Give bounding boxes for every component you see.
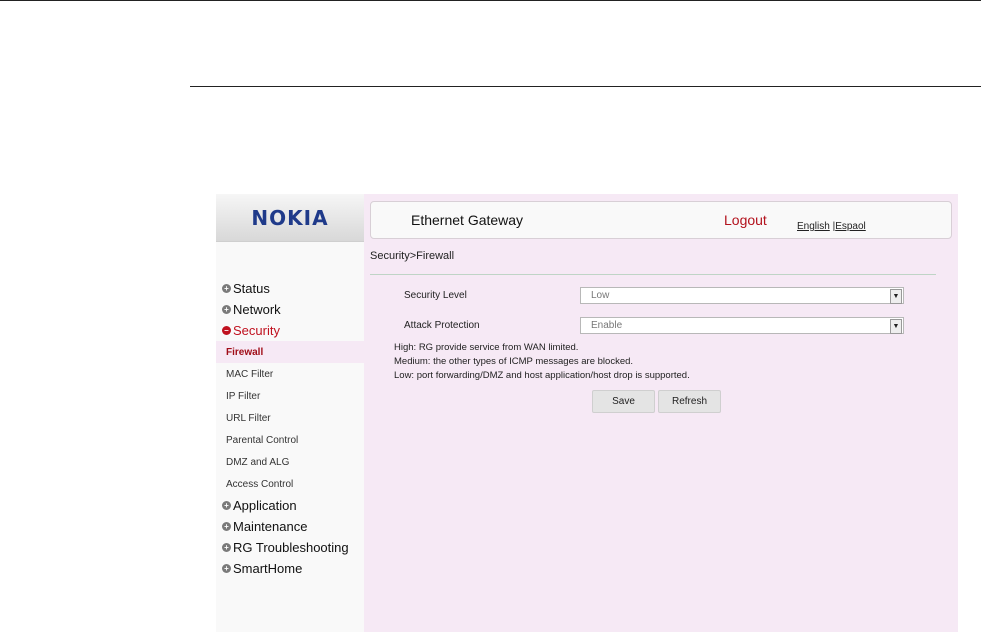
attack-protection-row: Attack Protection Enable ▼	[404, 315, 904, 335]
security-level-row: Security Level Low ▼	[404, 285, 904, 305]
note-medium: Medium: the other types of ICMP messages…	[394, 356, 634, 367]
sidebar-item-security[interactable]: – Security	[216, 320, 364, 341]
chevron-down-icon: ▼	[890, 288, 902, 304]
sidebar-item-access-control[interactable]: Access Control	[216, 473, 364, 495]
breadcrumb-divider	[370, 274, 936, 275]
security-level-label: Security Level	[404, 289, 467, 301]
attack-protection-select[interactable]: Enable ▼	[580, 316, 904, 334]
attack-protection-value: Enable	[591, 319, 623, 331]
sidebar-nav: + Status + Network – Security Firewall M…	[216, 278, 364, 579]
gateway-screenshot: NOKIA + Status + Network – Security Fire…	[216, 194, 958, 632]
security-level-notes: High: RG provide service from WAN limite…	[394, 341, 690, 383]
sidebar-item-firewall[interactable]: Firewall	[216, 341, 364, 363]
plus-icon: +	[222, 543, 231, 552]
chevron-down-icon: ▼	[890, 318, 902, 334]
attack-protection-label: Attack Protection	[404, 319, 480, 331]
plus-icon: +	[222, 305, 231, 314]
note-low: Low: port forwarding/DMZ and host applic…	[394, 370, 690, 381]
sidebar-item-smarthome[interactable]: + SmartHome	[216, 558, 364, 579]
plus-icon: +	[222, 284, 231, 293]
breadcrumb: Security>Firewall	[370, 250, 455, 262]
sidebar-item-network[interactable]: + Network	[216, 299, 364, 320]
security-submenu: Firewall MAC Filter IP Filter URL Filter…	[216, 341, 364, 495]
page-top-rule	[0, 0, 981, 1]
sidebar-item-ip-filter[interactable]: IP Filter	[216, 385, 364, 407]
sidebar-item-dmz-alg[interactable]: DMZ and ALG	[216, 451, 364, 473]
plus-icon: +	[222, 522, 231, 531]
sidebar-item-url-filter[interactable]: URL Filter	[216, 407, 364, 429]
minus-icon: –	[222, 326, 231, 335]
sidebar: NOKIA + Status + Network – Security Fire…	[216, 194, 364, 632]
page-section-rule	[190, 86, 981, 87]
save-button[interactable]: Save	[592, 390, 655, 413]
sidebar-item-application[interactable]: + Application	[216, 495, 364, 516]
sidebar-item-rg-troubleshooting[interactable]: + RG Troubleshooting	[216, 537, 364, 558]
language-switcher: English |Espaol	[797, 221, 866, 232]
sidebar-item-mac-filter[interactable]: MAC Filter	[216, 363, 364, 385]
note-high: High: RG provide service from WAN limite…	[394, 342, 579, 353]
plus-icon: +	[222, 501, 231, 510]
refresh-button[interactable]: Refresh	[658, 390, 721, 413]
security-level-select[interactable]: Low ▼	[580, 286, 904, 304]
sidebar-item-parental-control[interactable]: Parental Control	[216, 429, 364, 451]
plus-icon: +	[222, 564, 231, 573]
security-level-value: Low	[591, 289, 610, 301]
lang-english-link[interactable]: English	[797, 221, 830, 232]
lang-espanol-link[interactable]: Espaol	[835, 221, 866, 232]
sidebar-item-status[interactable]: + Status	[216, 278, 364, 299]
header-bar: Ethernet Gateway Logout English |Espaol	[370, 201, 952, 239]
sidebar-item-maintenance[interactable]: + Maintenance	[216, 516, 364, 537]
page-title: Ethernet Gateway	[411, 212, 524, 228]
logo: NOKIA	[216, 194, 364, 242]
logout-link[interactable]: Logout	[724, 212, 767, 228]
logo-text: NOKIA	[251, 205, 329, 230]
